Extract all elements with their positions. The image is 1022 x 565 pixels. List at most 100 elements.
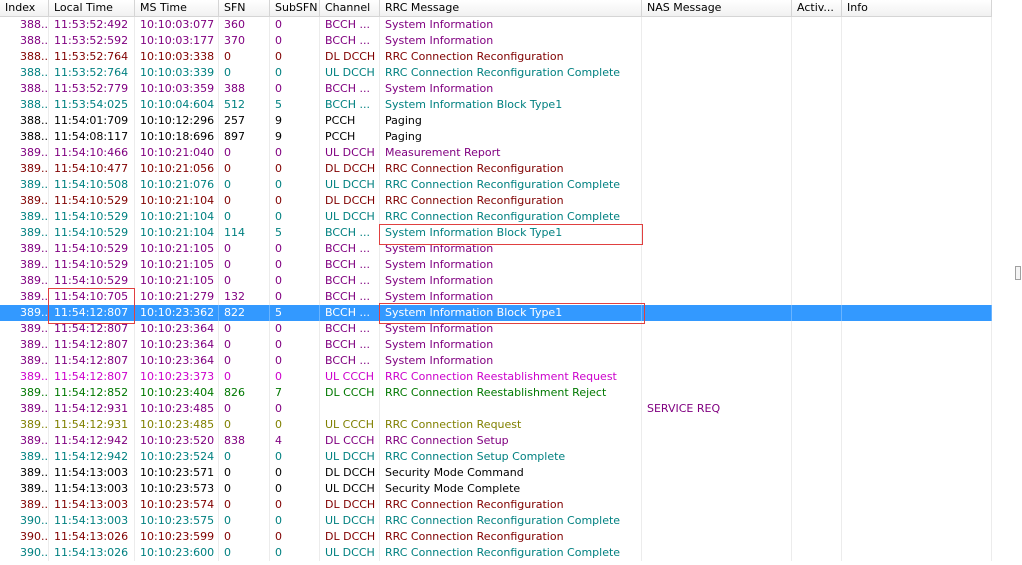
cell-info xyxy=(842,353,992,369)
table-row[interactable]: 389... 11:54:12:942 10:10:23:520 838 4 DL CCC… xyxy=(0,433,992,449)
cell-rrc-message: RRC Connection Reconfiguration Complete xyxy=(380,177,642,193)
table-row[interactable]: 388... 11:53:52:764 10:10:03:338 0 0 DL DCCH R… xyxy=(0,49,992,65)
table-row[interactable]: 389... 11:54:10:705 10:10:21:279 132 0 BCCH .… xyxy=(0,289,992,305)
cell-channel: DL DCCH xyxy=(320,49,380,65)
cell-index: 389... xyxy=(0,337,49,353)
table-row[interactable]: 389... 11:54:10:529 10:10:21:104 0 0 UL DCCH R… xyxy=(0,209,992,225)
table-row[interactable]: 388... 11:53:52:779 10:10:03:359 388 0 BCCH .… xyxy=(0,81,992,97)
cell-sfn: 132 xyxy=(219,289,270,305)
column-header-nas-message[interactable]: NAS Message xyxy=(642,0,792,16)
cell-activity xyxy=(792,113,842,129)
column-header-info[interactable]: Info xyxy=(842,0,992,16)
table-row[interactable]: 389... 11:54:12:852 10:10:23:404 826 7 DL CCC… xyxy=(0,385,992,401)
table-row[interactable]: 389... 11:54:10:529 10:10:21:104 0 0 DL DCCH R… xyxy=(0,193,992,209)
cell-nas-message xyxy=(642,305,792,321)
table-row[interactable]: 389... 11:54:12:931 10:10:23:485 0 0 SERVICE … xyxy=(0,401,992,417)
cell-local-time: 11:54:12:942 xyxy=(49,433,135,449)
column-header-activity[interactable]: Activ... xyxy=(792,0,842,16)
cell-index: 389... xyxy=(0,417,49,433)
cell-index: 389... xyxy=(0,497,49,513)
cell-channel: UL DCCH xyxy=(320,65,380,81)
cell-subsfn: 0 xyxy=(270,193,320,209)
cell-sfn: 822 xyxy=(219,305,270,321)
table-row[interactable]: 389... 11:54:13:003 10:10:23:573 0 0 UL DCCH S… xyxy=(0,481,992,497)
cell-nas-message xyxy=(642,433,792,449)
cell-channel: DL DCCH xyxy=(320,529,380,545)
column-header-subsfn[interactable]: SubSFN xyxy=(270,0,320,16)
table-row[interactable]: 389... 11:54:12:807 10:10:23:364 0 0 BCCH ...… xyxy=(0,353,992,369)
column-header-index[interactable]: Index xyxy=(0,0,49,16)
cell-info xyxy=(842,449,992,465)
table-row[interactable]: 389... 11:54:12:807 10:10:23:362 822 5 BCCH .… xyxy=(0,305,992,321)
table-row[interactable]: 389... 11:54:12:942 10:10:23:524 0 0 UL DCCH R… xyxy=(0,449,992,465)
cell-local-time: 11:54:13:003 xyxy=(49,513,135,529)
cell-channel: BCCH ... xyxy=(320,97,380,113)
cell-local-time: 11:53:52:492 xyxy=(49,17,135,33)
cell-index: 390... xyxy=(0,545,49,561)
table-row[interactable]: 390... 11:54:13:003 10:10:23:575 0 0 UL DCCH R… xyxy=(0,513,992,529)
table-row[interactable]: 389... 11:54:12:931 10:10:23:485 0 0 UL CCCH R… xyxy=(0,417,992,433)
table-row[interactable]: 388... 11:54:01:709 10:10:12:296 257 9 PCCH Pa… xyxy=(0,113,992,129)
cell-rrc-message: Measurement Report xyxy=(380,145,642,161)
cell-local-time: 11:54:10:529 xyxy=(49,273,135,289)
cell-activity xyxy=(792,129,842,145)
cell-ms-time: 10:10:23:574 xyxy=(135,497,219,513)
cell-sfn: 838 xyxy=(219,433,270,449)
table-row[interactable]: 389... 11:54:10:477 10:10:21:056 0 0 DL DCCH R… xyxy=(0,161,992,177)
table-row[interactable]: 389... 11:54:12:807 10:10:23:373 0 0 UL CCCH R… xyxy=(0,369,992,385)
cell-channel xyxy=(320,401,380,417)
cell-ms-time: 10:10:21:105 xyxy=(135,241,219,257)
table-row[interactable]: 388... 11:53:52:492 10:10:03:077 360 0 BCCH .… xyxy=(0,17,992,33)
table-row[interactable]: 389... 11:54:10:529 10:10:21:105 0 0 BCCH ...… xyxy=(0,273,992,289)
table-row[interactable]: 388... 11:53:52:592 10:10:03:177 370 0 BCCH .… xyxy=(0,33,992,49)
cell-rrc-message: RRC Connection Reconfiguration Complete xyxy=(380,545,642,561)
table-row[interactable]: 389... 11:54:13:003 10:10:23:571 0 0 DL DCCH S… xyxy=(0,465,992,481)
column-header-ms-time[interactable]: MS Time xyxy=(135,0,219,16)
cell-sfn: 388 xyxy=(219,81,270,97)
cell-rrc-message: Security Mode Command xyxy=(380,465,642,481)
cell-info xyxy=(842,81,992,97)
cell-channel: BCCH ... xyxy=(320,241,380,257)
table-row[interactable]: 390... 11:54:13:026 10:10:23:599 0 0 DL DCCH R… xyxy=(0,529,992,545)
scrollbar-thumb[interactable] xyxy=(1015,266,1021,280)
cell-channel: DL DCCH xyxy=(320,465,380,481)
message-log-grid[interactable]: Index Local Time MS Time SFN SubSFN Chan… xyxy=(0,0,1022,565)
table-row[interactable]: 389... 11:54:10:529 10:10:21:105 0 0 BCCH ...… xyxy=(0,241,992,257)
cell-channel: BCCH ... xyxy=(320,225,380,241)
cell-rrc-message: System Information Block Type1 xyxy=(380,225,642,241)
cell-ms-time: 10:10:21:104 xyxy=(135,225,219,241)
cell-channel: BCCH ... xyxy=(320,33,380,49)
cell-rrc-message: RRC Connection Reestablishment Request xyxy=(380,369,642,385)
cell-sfn: 0 xyxy=(219,481,270,497)
cell-local-time: 11:54:12:931 xyxy=(49,417,135,433)
table-row[interactable]: 389... 11:54:12:807 10:10:23:364 0 0 BCCH ...… xyxy=(0,321,992,337)
cell-channel: UL DCCH xyxy=(320,449,380,465)
table-row[interactable]: 388... 11:53:54:025 10:10:04:604 512 5 BCCH .… xyxy=(0,97,992,113)
column-header-channel[interactable]: Channel xyxy=(320,0,380,16)
cell-sfn: 0 xyxy=(219,321,270,337)
column-header-local-time[interactable]: Local Time xyxy=(49,0,135,16)
cell-rrc-message: System Information xyxy=(380,241,642,257)
table-row[interactable]: 388... 11:54:08:117 10:10:18:696 897 9 PCCH Pa… xyxy=(0,129,992,145)
cell-rrc-message: RRC Connection Reestablishment Reject xyxy=(380,385,642,401)
cell-channel: BCCH ... xyxy=(320,337,380,353)
table-row[interactable]: 389... 11:54:12:807 10:10:23:364 0 0 BCCH ...… xyxy=(0,337,992,353)
table-row[interactable]: 389... 11:54:10:529 10:10:21:104 114 5 BCCH .… xyxy=(0,225,992,241)
cell-rrc-message: System Information xyxy=(380,273,642,289)
table-row[interactable]: 389... 11:54:10:508 10:10:21:076 0 0 UL DCCH R… xyxy=(0,177,992,193)
cell-index: 389... xyxy=(0,385,49,401)
cell-nas-message xyxy=(642,369,792,385)
cell-sfn: 0 xyxy=(219,353,270,369)
column-header-sfn[interactable]: SFN xyxy=(219,0,270,16)
cell-rrc-message: RRC Connection Setup Complete xyxy=(380,449,642,465)
column-header-rrc-message[interactable]: RRC Message xyxy=(380,0,642,16)
cell-ms-time: 10:10:12:296 xyxy=(135,113,219,129)
cell-local-time: 11:54:10:466 xyxy=(49,145,135,161)
cell-activity xyxy=(792,305,842,321)
table-row[interactable]: 389... 11:54:10:466 10:10:21:040 0 0 UL DCCH M… xyxy=(0,145,992,161)
table-row[interactable]: 388... 11:53:52:764 10:10:03:339 0 0 UL DCCH R… xyxy=(0,65,992,81)
table-row[interactable]: 389... 11:54:13:003 10:10:23:574 0 0 DL DCCH R… xyxy=(0,497,992,513)
cell-nas-message xyxy=(642,497,792,513)
table-row[interactable]: 389... 11:54:10:529 10:10:21:105 0 0 BCCH ...… xyxy=(0,257,992,273)
table-row[interactable]: 390... 11:54:13:026 10:10:23:600 0 0 UL DCCH R… xyxy=(0,545,992,561)
